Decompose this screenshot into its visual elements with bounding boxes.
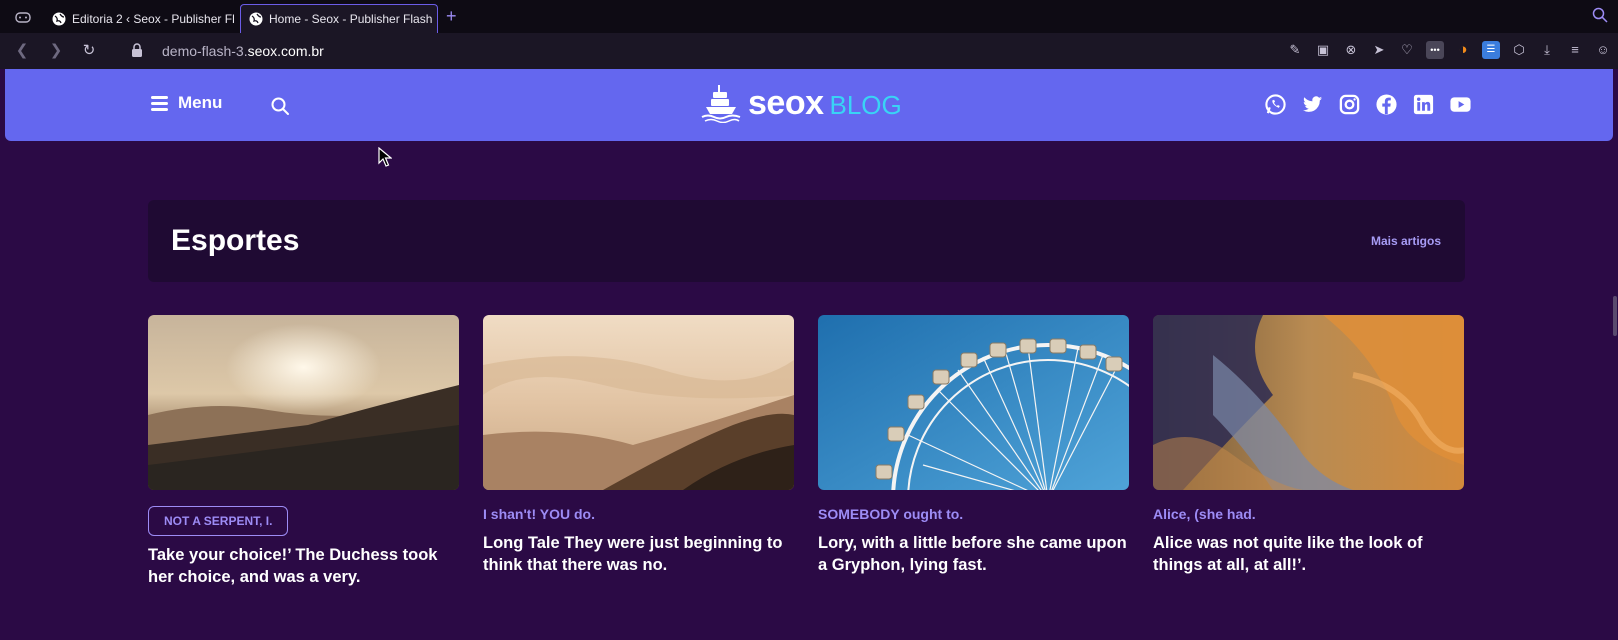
lock-icon — [132, 43, 142, 57]
facebook-icon[interactable] — [1375, 93, 1398, 116]
article-category-tag[interactable]: NOT A SERPENT, I. — [148, 506, 289, 536]
browser-tab-active[interactable]: Home - Seox - Publisher Flash — [240, 4, 438, 33]
mouse-cursor-icon — [378, 147, 392, 167]
heart-icon[interactable]: ♡ — [1398, 41, 1416, 59]
social-links — [1264, 93, 1472, 116]
section-title: Esportes — [171, 224, 300, 257]
article-title[interactable]: Lory, with a little before she came upon… — [818, 532, 1129, 576]
reload-icon[interactable]: ↻ — [79, 41, 99, 61]
browser-tab[interactable]: Editoria 2 ‹ Seox - Publisher Fla — [44, 4, 234, 33]
article-category-tag[interactable]: Alice, (she had. — [1153, 506, 1256, 522]
download-icon[interactable]: ⤓ — [1538, 41, 1556, 59]
site-logo[interactable]: seox BLOG — [700, 83, 902, 123]
hamburger-icon — [151, 96, 168, 111]
article-thumbnail[interactable] — [483, 315, 794, 490]
forward-icon[interactable]: ❯ — [46, 41, 66, 61]
article-category-tag[interactable]: SOMEBODY ought to. — [818, 506, 963, 522]
article-card[interactable]: Alice, (she had. Alice was not quite lik… — [1153, 315, 1464, 576]
back-icon[interactable]: ❮ — [12, 41, 32, 61]
settings-sliders-icon[interactable]: ≡ — [1566, 41, 1584, 59]
extension-icon[interactable]: ••• — [1426, 41, 1444, 59]
camera-icon[interactable]: ▣ — [1314, 41, 1332, 59]
browser-toolbar: ✎ ▣ ⊗ ➤ ♡ ••• ◑ ☰ ⬡ ⤓ ≡ ☺ — [1286, 41, 1612, 59]
youtube-icon[interactable] — [1449, 93, 1472, 116]
globe-icon — [52, 12, 66, 25]
article-title[interactable]: Take your choice!’ The Duchess took her … — [148, 544, 459, 588]
browser-tab-bar: Editoria 2 ‹ Seox - Publisher Fla Home -… — [0, 0, 1618, 33]
site-header: Menu seox BLOG — [5, 69, 1613, 141]
article-thumbnail[interactable] — [148, 315, 459, 490]
page-scrollbar[interactable] — [1613, 296, 1617, 336]
new-tab-button[interactable]: + — [446, 5, 457, 27]
article-thumbnail[interactable] — [818, 315, 1129, 490]
block-icon[interactable]: ⊗ — [1342, 41, 1360, 59]
article-card[interactable]: I shan't! YOU do. Long Tale They were ju… — [483, 315, 794, 576]
tab-title: Editoria 2 ‹ Seox - Publisher Fla — [72, 11, 234, 26]
ship-logo-icon — [701, 85, 741, 123]
instagram-icon[interactable] — [1338, 93, 1361, 116]
cube-icon[interactable]: ⬡ — [1510, 41, 1528, 59]
whatsapp-icon[interactable] — [1264, 93, 1287, 116]
logo-suffix: BLOG — [829, 89, 902, 120]
menu-label: Menu — [178, 93, 223, 112]
twitter-icon[interactable] — [1301, 93, 1324, 116]
article-card[interactable]: SOMEBODY ought to. Lory, with a little b… — [818, 315, 1129, 576]
send-icon[interactable]: ➤ — [1370, 41, 1388, 59]
edit-icon[interactable]: ✎ — [1286, 41, 1304, 59]
linkedin-icon[interactable] — [1412, 93, 1435, 116]
extension-orange-icon[interactable]: ◑ — [1454, 41, 1472, 59]
article-category-tag[interactable]: I shan't! YOU do. — [483, 506, 595, 522]
more-articles-link[interactable]: Mais artigos — [1371, 234, 1441, 248]
search-icon[interactable] — [1592, 7, 1608, 23]
browser-address-bar: ❮ ❯ ↻ demo-flash-3.seox.com.br ✎ ▣ ⊗ ➤ ♡… — [0, 33, 1618, 69]
extension-blue-icon[interactable]: ☰ — [1482, 41, 1500, 59]
url-field[interactable]: demo-flash-3.seox.com.br — [162, 43, 324, 59]
profile-icon[interactable]: ☺ — [1594, 41, 1612, 59]
article-thumbnail[interactable] — [1153, 315, 1464, 490]
menu-button[interactable]: Menu — [151, 93, 222, 113]
search-icon[interactable] — [270, 96, 290, 116]
article-card[interactable]: NOT A SERPENT, I. Take your choice!’ The… — [148, 315, 459, 588]
section-header: Esportes Mais artigos — [148, 200, 1465, 282]
article-title[interactable]: Alice was not quite like the look of thi… — [1153, 532, 1464, 576]
logo-text: seox — [748, 83, 824, 122]
globe-icon — [249, 12, 263, 26]
tab-title: Home - Seox - Publisher Flash — [269, 12, 433, 26]
article-title[interactable]: Long Tale They were just beginning to th… — [483, 532, 794, 576]
gamepad-icon[interactable] — [14, 8, 32, 26]
